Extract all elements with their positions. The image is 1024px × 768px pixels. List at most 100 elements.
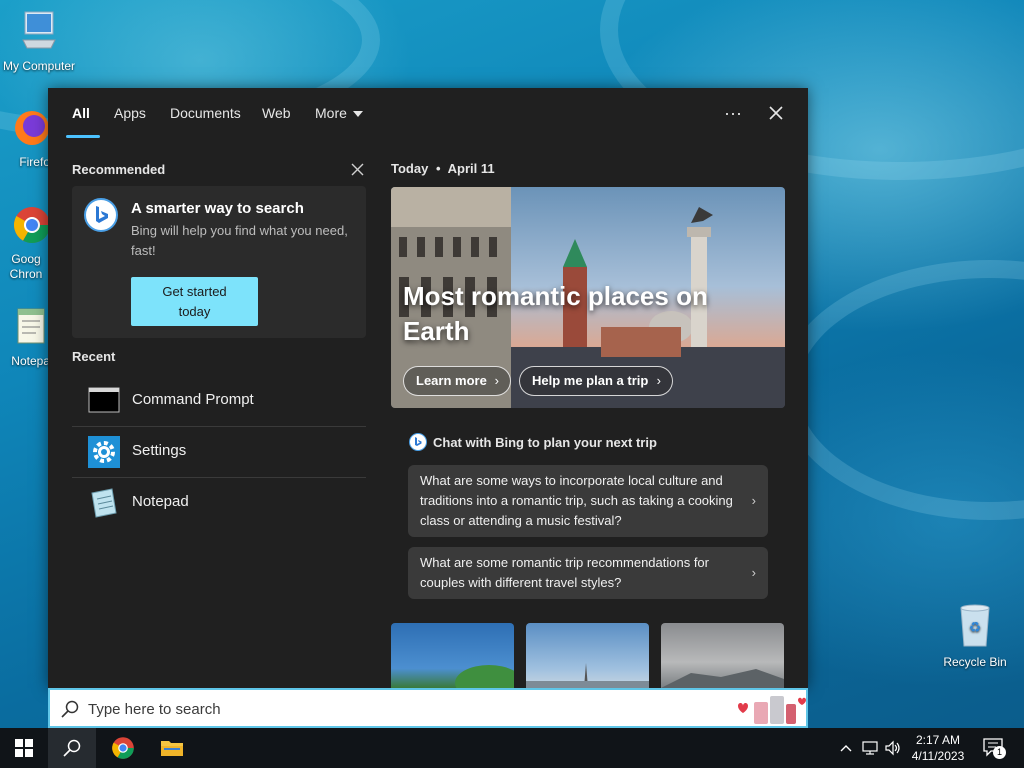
- thumbnail-card[interactable]: [661, 623, 784, 688]
- tab-more-label: More: [315, 105, 347, 121]
- caret-down-icon: [352, 111, 363, 118]
- thumbnail-image: [455, 665, 514, 688]
- notepad-icon: [91, 488, 117, 518]
- desktop-icon-label: Goog Chron: [9, 252, 43, 281]
- desktop-icon-label: Firefo: [19, 155, 50, 169]
- thumbnail-card[interactable]: [391, 623, 514, 688]
- hero-title: Most romantic places on Earth: [403, 281, 708, 346]
- chrome-icon: [112, 737, 134, 759]
- bing-logo-icon: [84, 198, 118, 232]
- chat-suggestion-1[interactable]: What are some ways to incorporate local …: [408, 465, 768, 537]
- dismiss-recommended-button[interactable]: [351, 163, 365, 177]
- learn-more-button[interactable]: Learn more ›: [403, 366, 511, 396]
- plan-trip-button[interactable]: Help me plan a trip ›: [519, 366, 673, 396]
- travel-luggage-icon: [738, 696, 806, 724]
- get-started-label: Get started: [162, 284, 227, 299]
- chevron-right-icon: ›: [656, 373, 661, 388]
- close-icon: [769, 106, 783, 120]
- today-date: April 11: [447, 161, 495, 176]
- recommended-card: A smarter way to search Bing will help y…: [72, 186, 366, 338]
- tab-apps[interactable]: Apps: [114, 105, 146, 121]
- notification-center-button[interactable]: 1: [983, 737, 1006, 762]
- more-options-button[interactable]: ···: [718, 100, 748, 126]
- search-input[interactable]: [88, 698, 688, 720]
- recycle-bin-icon: ♻: [960, 604, 990, 647]
- chevron-up-icon: [840, 745, 852, 752]
- clock-date: 4/11/2023: [911, 749, 965, 763]
- desktop-icon-label: My Computer: [2, 59, 76, 73]
- speaker-icon: [885, 740, 900, 756]
- today-header: Today • April 11: [391, 161, 495, 176]
- folder-icon: [161, 741, 183, 756]
- volume-button[interactable]: [885, 738, 901, 759]
- search-panel: All Apps Documents Web More ··· Recommen…: [48, 88, 808, 688]
- thumbnail-image: [661, 669, 784, 688]
- start-button[interactable]: [0, 728, 48, 768]
- windows-logo-icon: [15, 739, 33, 757]
- today-hero-card[interactable]: Most romantic places on Earth Learn more…: [391, 187, 785, 408]
- tab-all[interactable]: All: [72, 105, 90, 121]
- recent-item-label: Command Prompt: [132, 391, 254, 408]
- clock-time: 2:17 AM: [915, 733, 961, 747]
- close-icon: [351, 163, 364, 176]
- svg-text:♻: ♻: [969, 620, 982, 636]
- get-started-label: today: [178, 304, 211, 319]
- today-label: Today: [391, 161, 429, 176]
- recent-item-label: Settings: [132, 442, 187, 459]
- tab-documents[interactable]: Documents: [170, 105, 241, 121]
- chevron-right-icon: ›: [494, 373, 499, 388]
- taskbar-chrome-button[interactable]: [99, 728, 147, 768]
- chat-suggestion-text: What are some romantic trip recommendati…: [420, 555, 709, 590]
- taskbar: 2:17 AM 4/11/2023 1: [0, 728, 1024, 768]
- recent-item-command-prompt[interactable]: Command Prompt: [72, 375, 366, 426]
- show-hidden-icons-button[interactable]: [839, 738, 853, 758]
- recent-heading: Recent: [72, 349, 116, 364]
- notepad-icon: [17, 308, 45, 344]
- chat-suggestion-text: What are some ways to incorporate local …: [420, 473, 733, 528]
- search-icon: [61, 700, 79, 718]
- chrome-icon: [13, 207, 51, 244]
- search-icon: [63, 739, 81, 757]
- desktop-icon-my-computer[interactable]: My Computer: [1, 10, 77, 73]
- tab-more[interactable]: More: [315, 105, 363, 121]
- notification-count-badge: 1: [993, 746, 1006, 759]
- thumbnail-image: [526, 663, 649, 688]
- recent-item-notepad[interactable]: Notepad: [72, 477, 366, 528]
- taskbar-search-box[interactable]: [48, 688, 808, 728]
- desktop-icon-label: Notepa: [11, 354, 50, 368]
- chat-heading-text: Chat with Bing to plan your next trip: [433, 435, 657, 450]
- recommended-card-title: A smarter way to search: [131, 200, 304, 217]
- firefox-icon: [15, 111, 49, 145]
- taskbar-file-explorer-button[interactable]: [148, 728, 196, 768]
- desktop-icon-google-chrome[interactable]: Goog Chron: [0, 205, 51, 282]
- desktop-icon-notepad[interactable]: Notepa: [0, 305, 50, 368]
- close-panel-button[interactable]: [761, 100, 791, 126]
- recommended-card-description: Bing will help you find what you need, f…: [131, 223, 348, 258]
- chevron-right-icon: ›: [751, 565, 756, 580]
- command-prompt-icon: [88, 387, 120, 413]
- chevron-right-icon: ›: [751, 493, 756, 508]
- bing-icon: [409, 433, 427, 451]
- today-separator: •: [435, 161, 441, 176]
- active-tab-indicator: [66, 135, 100, 138]
- taskbar-search-button[interactable]: [48, 728, 96, 768]
- desktop-icon-label: Recycle Bin: [943, 655, 1007, 669]
- ellipsis-icon: ···: [724, 103, 742, 123]
- taskbar-clock[interactable]: 2:17 AM 4/11/2023: [904, 732, 972, 764]
- network-button[interactable]: [862, 738, 880, 759]
- get-started-button[interactable]: Get started today: [131, 277, 258, 326]
- gear-icon: [88, 436, 120, 468]
- desktop-icon-firefox[interactable]: Firefo: [0, 108, 50, 169]
- desktop-icon-recycle-bin[interactable]: ♻ Recycle Bin: [937, 602, 1013, 669]
- network-icon: [862, 741, 878, 755]
- recent-item-label: Notepad: [132, 493, 189, 510]
- thumbnail-card[interactable]: [526, 623, 649, 688]
- chat-suggestion-2[interactable]: What are some romantic trip recommendati…: [408, 547, 768, 599]
- tab-web[interactable]: Web: [262, 105, 291, 121]
- wallpaper-wave: [780, 260, 1024, 520]
- learn-more-label: Learn more: [416, 373, 487, 388]
- computer-icon: [22, 11, 56, 49]
- recent-item-settings[interactable]: Settings: [72, 426, 366, 477]
- recommended-heading: Recommended: [72, 162, 166, 177]
- search-tabs: All Apps Documents Web More ···: [48, 88, 808, 138]
